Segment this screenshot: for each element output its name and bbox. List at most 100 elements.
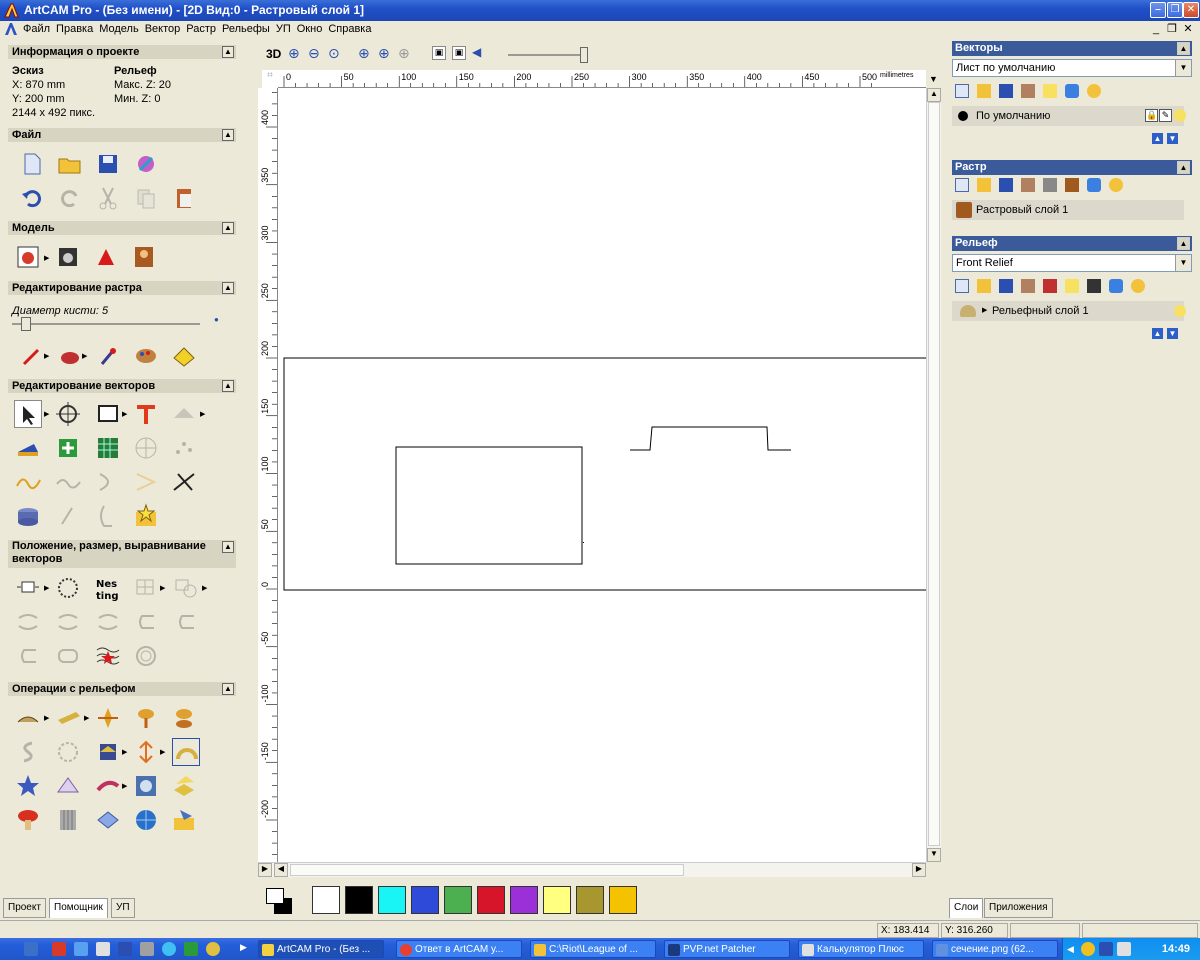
raster-toggle-icon[interactable]: ▣ (452, 46, 466, 60)
scroll-right-icon[interactable]: ▶ (912, 863, 926, 877)
fillet-icon[interactable] (132, 468, 160, 496)
taskbar-explorer[interactable]: C:\Riot\League of ... (530, 940, 656, 958)
relief-export-icon[interactable] (170, 806, 198, 834)
taskbar-pvp[interactable]: PVP.net Patcher (664, 940, 790, 958)
dropdown-arrow-icon[interactable]: ▶ (122, 748, 127, 756)
merge-raster-icon[interactable] (1021, 178, 1035, 192)
chevron-down-icon[interactable]: ▼ (1175, 255, 1191, 271)
save-icon[interactable] (94, 150, 122, 178)
windows-logo-icon[interactable] (24, 942, 38, 956)
color-swatch[interactable] (576, 886, 604, 914)
collapse-icon[interactable]: ▲ (222, 282, 234, 294)
color-swatch[interactable] (411, 886, 439, 914)
wave-star-icon[interactable] (94, 642, 122, 670)
dropdown-arrow-icon[interactable]: ▶ (160, 584, 165, 592)
raster-props-icon[interactable] (1109, 178, 1123, 192)
vector-doctor-icon[interactable] (14, 434, 42, 462)
section-vector-edit[interactable]: Редактирование векторов ▲ (8, 379, 236, 393)
open-raster-icon[interactable] (977, 178, 991, 192)
node-add-icon[interactable] (54, 434, 82, 462)
relief-column-icon[interactable] (54, 806, 82, 834)
vertical-scroll-thumb[interactable] (928, 102, 940, 846)
fit-curves-icon[interactable] (54, 468, 82, 496)
model-render-icon[interactable] (54, 243, 82, 271)
section-project-info[interactable]: Информация о проекте ▲ (8, 45, 236, 59)
copy-along-icon[interactable] (172, 574, 200, 602)
artcam-doc-icon[interactable] (4, 22, 18, 36)
quicklaunch-skype-icon[interactable] (162, 942, 176, 956)
star-folder-icon[interactable] (132, 502, 160, 530)
vector-layer-row[interactable]: По умолчанию 🔒 ✎ (952, 106, 1186, 126)
save-layer-icon[interactable] (999, 84, 1013, 98)
monitor-raster-icon[interactable] (1043, 178, 1057, 192)
color-swatch[interactable] (510, 886, 538, 914)
offset-icon-1[interactable] (14, 608, 42, 636)
relief-select[interactable]: Front Relief ▼ (952, 254, 1192, 272)
quicklaunch-calc-icon[interactable] (140, 942, 154, 956)
mdi-close-button[interactable]: ✕ (1180, 22, 1196, 35)
texture-icon[interactable] (54, 738, 82, 766)
taskbar-calculator[interactable]: Калькулятор Плюс (798, 940, 924, 958)
palette-icon[interactable] (132, 342, 160, 370)
merge-relief-icon[interactable] (1021, 279, 1035, 293)
vector-shape-icon[interactable] (170, 400, 198, 428)
layer-visible-icon[interactable] (1174, 109, 1186, 122)
model-size-icon[interactable] (14, 243, 42, 271)
add-relief-icon[interactable] (132, 704, 160, 732)
tab-toolpaths[interactable]: УП (111, 898, 135, 918)
zoom-all-icon[interactable]: ⊕ (358, 45, 370, 62)
collapse-icon[interactable]: ▲ (222, 46, 234, 58)
collapse-icon[interactable]: ▲ (222, 222, 234, 234)
chevron-down-icon[interactable]: ▼ (1175, 60, 1191, 76)
close-button[interactable]: ✕ (1183, 2, 1199, 18)
zoom-window-icon[interactable]: ⊙ (328, 45, 340, 62)
dropdown-arrow-icon[interactable]: ▶ (44, 714, 49, 722)
shape-editor-icon[interactable] (14, 704, 42, 732)
color-swatch[interactable] (543, 886, 571, 914)
color-swatch[interactable] (345, 886, 373, 914)
join-icon[interactable] (14, 642, 42, 670)
dropdown-arrow-icon[interactable]: ▶ (82, 352, 87, 360)
delete-raster-icon[interactable] (1087, 178, 1101, 192)
scroll-down-icon[interactable]: ▼ (927, 848, 941, 862)
nesting-icon[interactable]: Nes ting (94, 574, 122, 602)
open-layer-icon[interactable] (977, 84, 991, 98)
layer-pen-icon[interactable]: ✎ (1159, 109, 1172, 122)
scroll-left-icon[interactable]: ◀ (274, 863, 288, 877)
move-up-icon[interactable]: ▲ (1152, 133, 1163, 144)
stack-relief-icon[interactable] (1043, 279, 1057, 293)
smooth-relief-icon[interactable] (14, 738, 42, 766)
text-tool-icon[interactable] (132, 400, 160, 428)
section-model[interactable]: Модель ▲ (8, 221, 236, 235)
points-icon[interactable] (170, 434, 198, 462)
new-relief-icon[interactable] (955, 279, 969, 293)
quicklaunch-app4-icon[interactable] (118, 942, 132, 956)
shape-profile-icon[interactable] (94, 502, 122, 530)
view-3d-button[interactable]: 3D (266, 47, 281, 61)
dropdown-arrow-icon[interactable]: ▶ (84, 714, 89, 722)
tray-app1-icon[interactable] (1081, 942, 1095, 956)
vector-sheet-select[interactable]: Лист по умолчанию ▼ (952, 59, 1192, 77)
vector-toggle-icon[interactable]: ◀ (472, 45, 481, 59)
menu-raster[interactable]: Растр (183, 21, 219, 37)
layer-toggle-icon[interactable]: ▣ (432, 46, 446, 60)
close-vector-icon[interactable] (54, 642, 82, 670)
dropdown-arrow-icon[interactable]: ▶ (122, 410, 127, 418)
select-tool-icon[interactable] (14, 400, 42, 428)
quicklaunch-desktop-icon[interactable] (74, 942, 88, 956)
collapse-icon[interactable]: ▲ (1177, 237, 1190, 250)
copy-icon[interactable] (132, 184, 160, 212)
save-relief-icon[interactable] (999, 279, 1013, 293)
raster-fill-icon[interactable] (170, 342, 198, 370)
render-relief-icon[interactable] (1087, 279, 1101, 293)
zoom-fit-icon[interactable]: ⊕ (398, 45, 410, 62)
tab-assistant[interactable]: Помощник (49, 898, 108, 918)
align-icon[interactable] (14, 574, 42, 602)
horizontal-scroll-thumb[interactable] (290, 864, 684, 876)
model-color-icon[interactable] (92, 243, 120, 271)
relief-sphere-icon[interactable] (132, 806, 160, 834)
subtract-relief-icon[interactable] (170, 704, 198, 732)
mdi-restore-button[interactable]: ❐ (1164, 22, 1180, 35)
rectangle-tool-icon[interactable] (94, 400, 122, 428)
trim-vector-icon[interactable] (170, 468, 198, 496)
